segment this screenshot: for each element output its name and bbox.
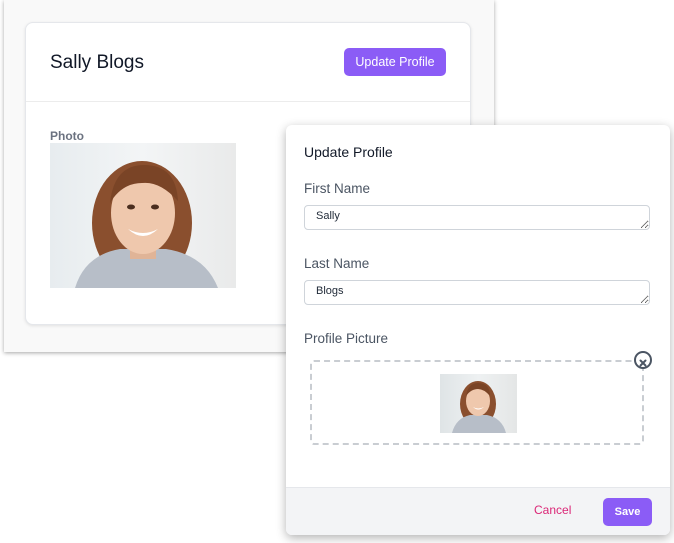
last-name-field[interactable]: Blogs [304,280,650,305]
profile-picture-thumbnail [440,374,517,433]
modal-title: Update Profile [304,144,393,160]
card-header: Sally Blogs Update Profile [26,23,470,102]
last-name-label: Last Name [304,256,370,271]
profile-name: Sally Blogs [50,52,144,73]
profile-picture-dropzone[interactable] [310,360,644,445]
update-profile-modal: Update Profile First Name Sally Last Nam… [286,125,670,535]
close-circle-icon [638,355,648,367]
profile-photo [50,143,236,288]
profile-picture-label: Profile Picture [304,331,389,346]
save-button[interactable]: Save [603,498,652,526]
cancel-button[interactable]: Cancel [534,503,571,517]
remove-picture-button[interactable] [634,351,652,369]
modal-footer: Cancel Save [286,487,670,535]
photo-label: Photo [50,129,84,143]
update-profile-button[interactable]: Update Profile [344,48,446,76]
first-name-field[interactable]: Sally [304,205,650,230]
first-name-label: First Name [304,181,371,196]
